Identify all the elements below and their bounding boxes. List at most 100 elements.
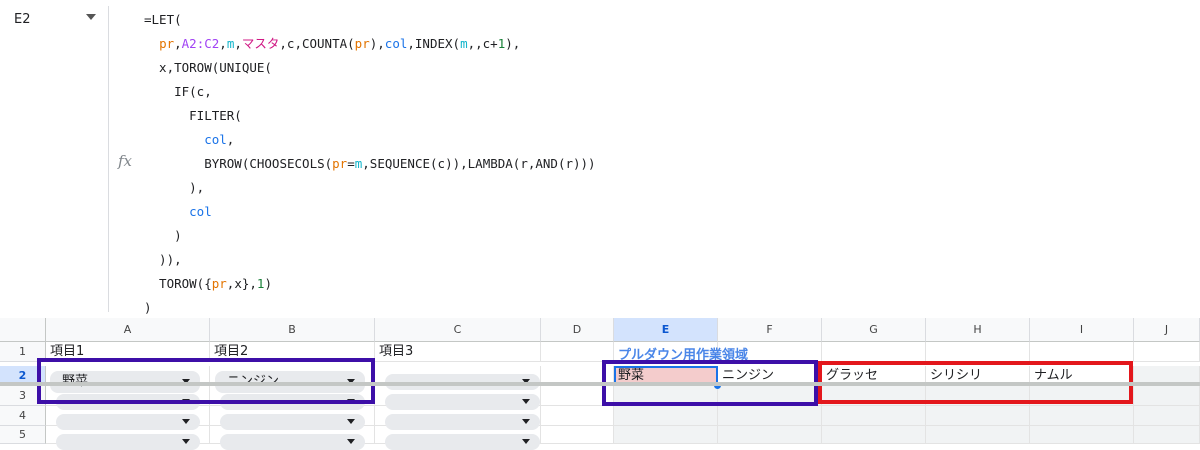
formula-token	[144, 204, 189, 219]
cell-d1[interactable]	[541, 342, 614, 362]
formula-token: マスタ	[241, 36, 280, 51]
formula-line: IF(c,	[144, 80, 1184, 104]
chevron-down-icon[interactable]	[86, 14, 96, 20]
row-header-4[interactable]: 4	[0, 406, 46, 426]
column-header-e[interactable]: E	[614, 318, 718, 342]
cell-i5[interactable]	[1030, 426, 1134, 444]
purple-highlight-box	[37, 358, 375, 404]
formula-line: =LET(	[144, 8, 1184, 32]
formula-token: ,INDEX(	[407, 36, 461, 51]
chevron-down-icon[interactable]	[522, 419, 530, 424]
cell-h1[interactable]	[926, 342, 1030, 362]
formula-token: IF(c,	[144, 84, 212, 99]
column-header-h[interactable]: H	[926, 318, 1030, 342]
dropdown-chip[interactable]	[385, 434, 540, 450]
formula-token: ),	[505, 36, 521, 51]
formula-line: col,	[144, 128, 1184, 152]
cell-e4[interactable]	[614, 406, 718, 426]
formula-token: ,	[219, 36, 227, 51]
cell-j4[interactable]	[1134, 406, 1200, 426]
formula-token: )),	[144, 252, 182, 267]
column-header-g[interactable]: G	[822, 318, 926, 342]
column-header-b[interactable]: B	[210, 318, 375, 342]
cell-e5[interactable]	[614, 426, 718, 444]
column-header-c[interactable]: C	[375, 318, 541, 342]
formula-token: ),	[369, 36, 385, 51]
column-header-d[interactable]: D	[541, 318, 614, 342]
freeze-divider[interactable]	[0, 382, 1200, 386]
formula-line: col	[144, 200, 1184, 224]
cell-f4[interactable]	[718, 406, 822, 426]
dropdown-chip[interactable]	[56, 414, 200, 430]
chevron-down-icon[interactable]	[522, 399, 530, 404]
formula-line: BYROW(CHOOSECOLS(pr=m,SEQUENCE(c)),LAMBD…	[144, 152, 1184, 176]
formula-token	[144, 132, 204, 147]
formula-token: m	[460, 36, 468, 51]
fx-icon: fx	[118, 152, 133, 170]
formula-token: BYROW(CHOOSECOLS(	[144, 156, 333, 171]
chevron-down-icon[interactable]	[347, 439, 355, 444]
formula-token: FILTER(	[144, 108, 242, 123]
formula-line: FILTER(	[144, 104, 1184, 128]
formula-token: )	[144, 300, 152, 315]
cell-d5[interactable]	[541, 426, 614, 444]
chevron-down-icon[interactable]	[182, 439, 190, 444]
formula-token: pr	[159, 36, 175, 51]
cell-g5[interactable]	[822, 426, 926, 444]
formula-line: )),	[144, 248, 1184, 272]
row-header-5[interactable]: 5	[0, 426, 46, 444]
formula-token: col	[204, 132, 227, 147]
formula-token: =	[347, 156, 355, 171]
formula-token: ,	[226, 132, 235, 147]
cell-j1[interactable]	[1134, 342, 1200, 362]
column-header-j[interactable]: J	[1134, 318, 1200, 342]
dropdown-chip[interactable]	[385, 414, 540, 430]
formula-line: x,TOROW(UNIQUE(	[144, 56, 1184, 80]
formula-token: pr	[332, 156, 348, 171]
column-header-f[interactable]: F	[718, 318, 822, 342]
dropdown-chip[interactable]	[385, 394, 540, 410]
header-cell-a1: 項目1	[50, 344, 85, 359]
name-box-ref: E2	[14, 12, 31, 27]
dropdown-chip[interactable]	[220, 434, 365, 450]
name-box[interactable]: E2	[0, 0, 108, 318]
cell-h5[interactable]	[926, 426, 1030, 444]
chevron-down-icon[interactable]	[522, 439, 530, 444]
header-cell-b1: 項目2	[214, 344, 249, 359]
formula-token: ,	[234, 36, 242, 51]
cell-g1[interactable]	[822, 342, 926, 362]
formula-token: ,SEQUENCE(c)),LAMBDA(r,AND(r)))	[362, 156, 596, 171]
column-header-a[interactable]: A	[46, 318, 210, 342]
cell-g4[interactable]	[822, 406, 926, 426]
cell-f5[interactable]	[718, 426, 822, 444]
dropdown-chip[interactable]	[220, 414, 365, 430]
formula-line: pr,A2:C2,m,マスタ,c,COUNTA(pr),col,INDEX(m,…	[144, 32, 1184, 56]
cell-d4[interactable]	[541, 406, 614, 426]
formula-token: x,TOROW(UNIQUE(	[144, 60, 272, 75]
column-header-i[interactable]: I	[1030, 318, 1134, 342]
formula-token: ,	[174, 36, 182, 51]
chevron-down-icon[interactable]	[347, 419, 355, 424]
formula-token	[144, 36, 159, 51]
formula-token: =LET(	[144, 12, 182, 27]
chevron-down-icon[interactable]	[182, 419, 190, 424]
dropdown-chip[interactable]	[56, 434, 200, 450]
cell-h4[interactable]	[926, 406, 1030, 426]
formula-line: TOROW({pr,x},1)	[144, 272, 1184, 296]
formula-token: col	[384, 36, 408, 51]
cell-i4[interactable]	[1030, 406, 1134, 426]
formula-token: ,,c+	[467, 36, 498, 51]
formula-token: col	[189, 204, 212, 219]
header-cell-c1: 項目3	[379, 344, 414, 359]
formula-token: A2:C2	[181, 36, 220, 51]
formula-token: )	[144, 228, 182, 243]
cell-i1[interactable]	[1030, 342, 1134, 362]
cell-j3[interactable]	[1134, 386, 1200, 406]
formula-line: )	[144, 296, 1184, 320]
cell-c1[interactable]: 項目3	[375, 342, 541, 362]
formula-token: ),	[144, 180, 205, 195]
select-all-corner[interactable]	[0, 318, 46, 342]
formula-token: pr	[211, 276, 227, 291]
formula-input[interactable]: =LET( pr,A2:C2,m,マスタ,c,COUNTA(pr),col,IN…	[144, 8, 1184, 320]
cell-j5[interactable]	[1134, 426, 1200, 444]
